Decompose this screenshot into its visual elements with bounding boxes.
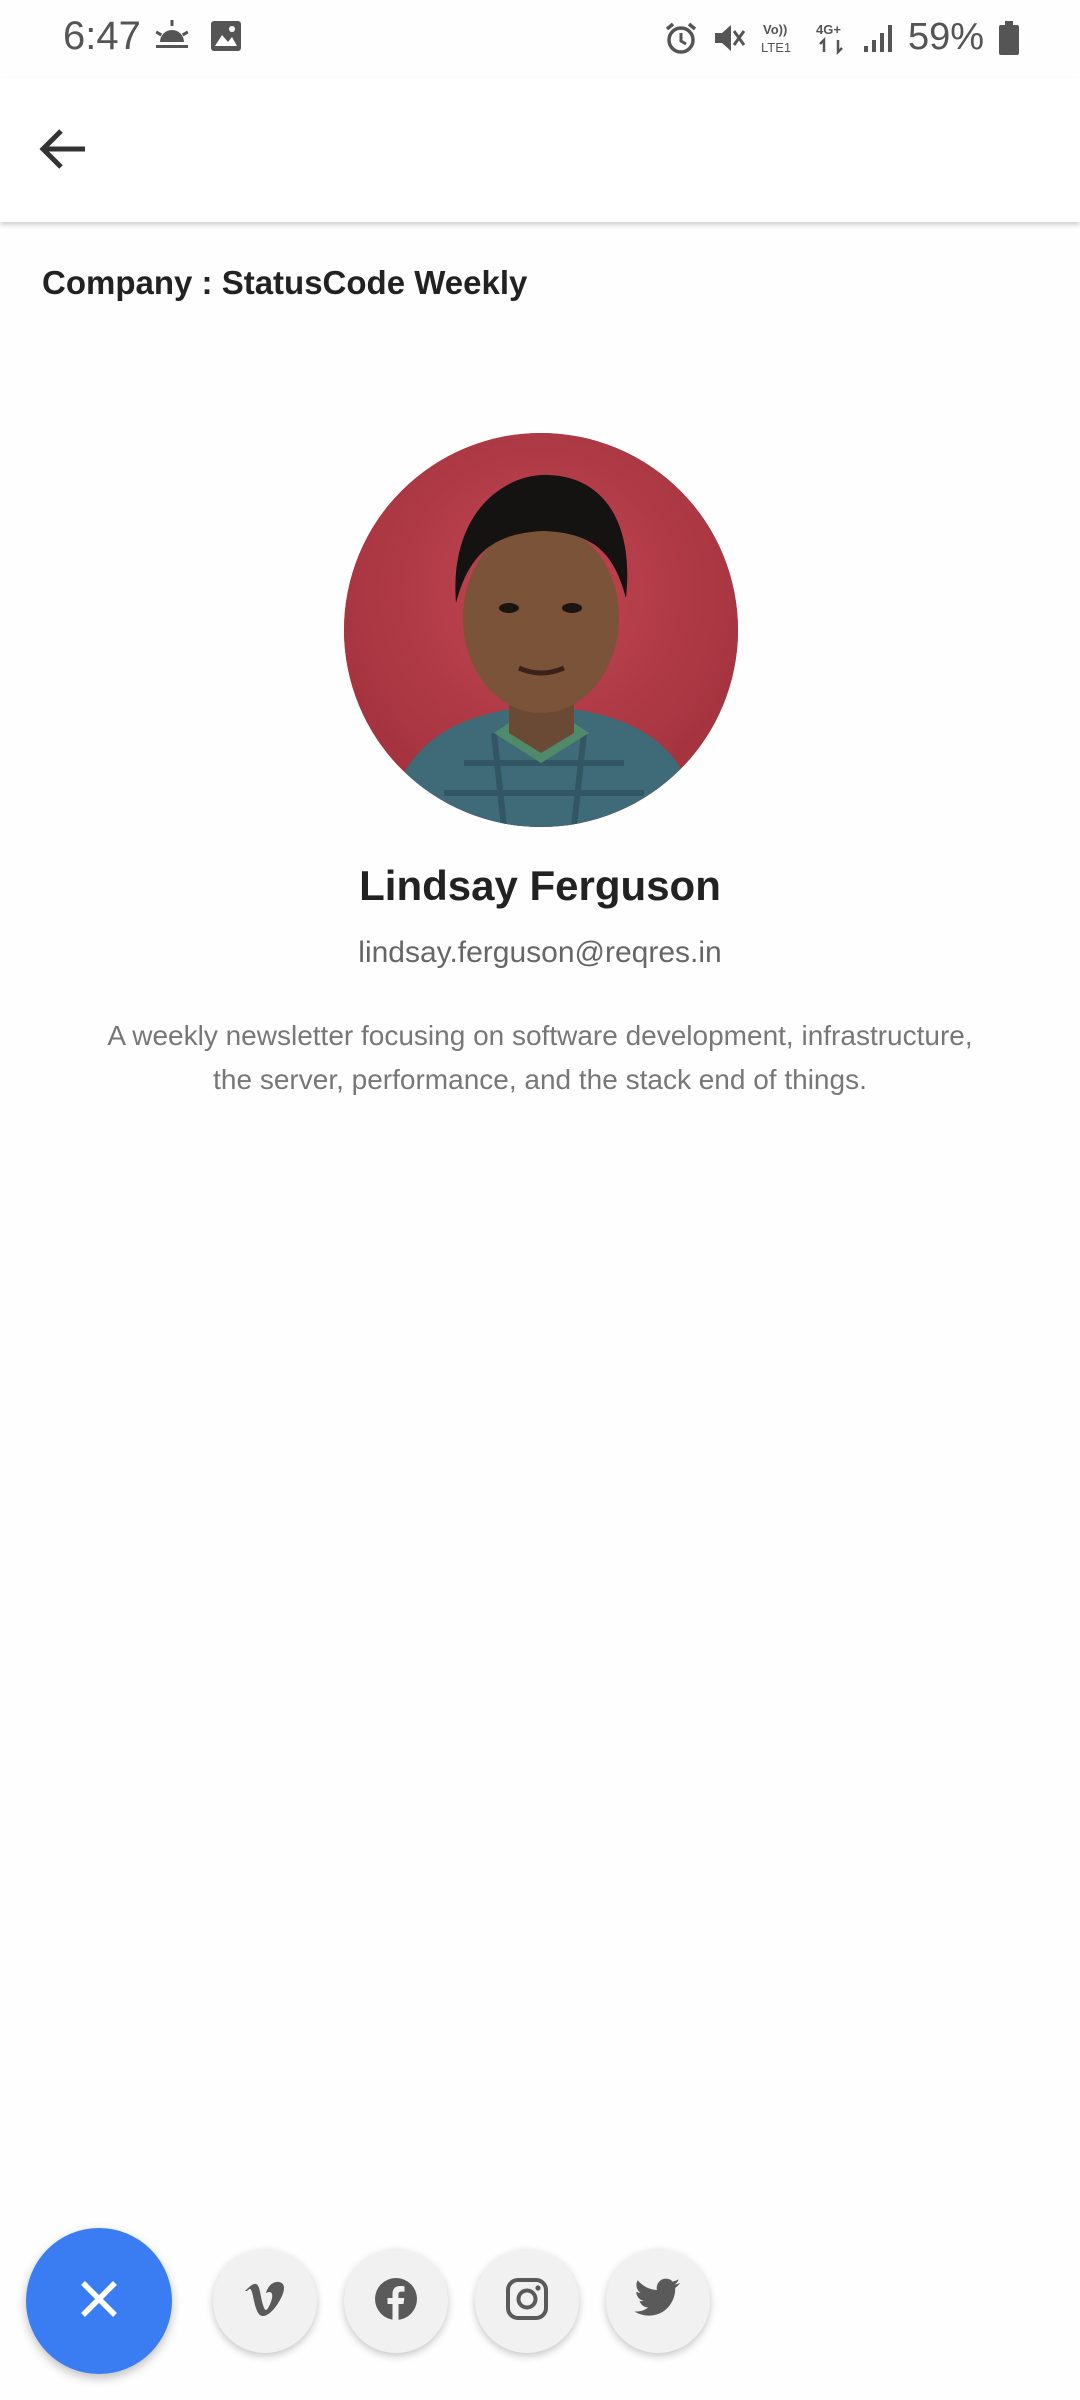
signal-icon — [862, 22, 894, 54]
facebook-icon — [373, 2276, 419, 2327]
back-button[interactable] — [30, 118, 96, 184]
svg-text:4G+: 4G+ — [816, 22, 841, 37]
company-label: Company — [42, 264, 193, 301]
image-icon — [210, 20, 242, 52]
vimeo-icon — [241, 2275, 289, 2328]
profile-bio: A weekly newsletter focusing on software… — [107, 1020, 973, 1095]
twitter-button[interactable] — [606, 2249, 710, 2353]
alarm-icon — [664, 21, 698, 55]
profile-email: lindsay.ferguson@reqres.in — [358, 936, 722, 969]
svg-text:LTE1: LTE1 — [761, 40, 791, 55]
instagram-icon — [505, 2277, 549, 2326]
status-time: 6:47 — [63, 14, 141, 58]
status-right-icons: Vo)) LTE1 4G+ 59% — [664, 16, 1020, 59]
app-bar — [0, 78, 1080, 222]
status-left-icons — [154, 20, 242, 52]
company-line: Company : StatusCode Weekly — [42, 264, 527, 302]
company-name: StatusCode Weekly — [221, 264, 528, 301]
volte-icon: Vo)) LTE1 — [760, 20, 800, 56]
battery-icon — [998, 20, 1020, 56]
mute-icon — [712, 21, 746, 55]
facebook-button[interactable] — [344, 2249, 448, 2353]
close-icon — [77, 2277, 121, 2326]
arrow-back-icon — [37, 123, 89, 180]
status-bar: 6:47 Vo)) LTE1 4G+ 59% — [0, 0, 1080, 78]
twitter-icon — [634, 2278, 682, 2325]
profile-screen: 6:47 Vo)) LTE1 4G+ 59% Company: StatusC… — [0, 0, 1080, 2400]
close-fab-button[interactable] — [26, 2228, 172, 2374]
avatar — [344, 433, 738, 827]
weather-sunrise-icon — [154, 20, 190, 52]
profile-name: Lindsay Ferguson — [359, 862, 721, 909]
company-separator: : — [192, 264, 222, 301]
instagram-button[interactable] — [475, 2249, 579, 2353]
battery-percent: 59% — [907, 16, 984, 58]
4g-icon: 4G+ — [814, 20, 848, 56]
vimeo-button[interactable] — [213, 2249, 317, 2353]
svg-text:Vo)): Vo)) — [763, 22, 787, 37]
